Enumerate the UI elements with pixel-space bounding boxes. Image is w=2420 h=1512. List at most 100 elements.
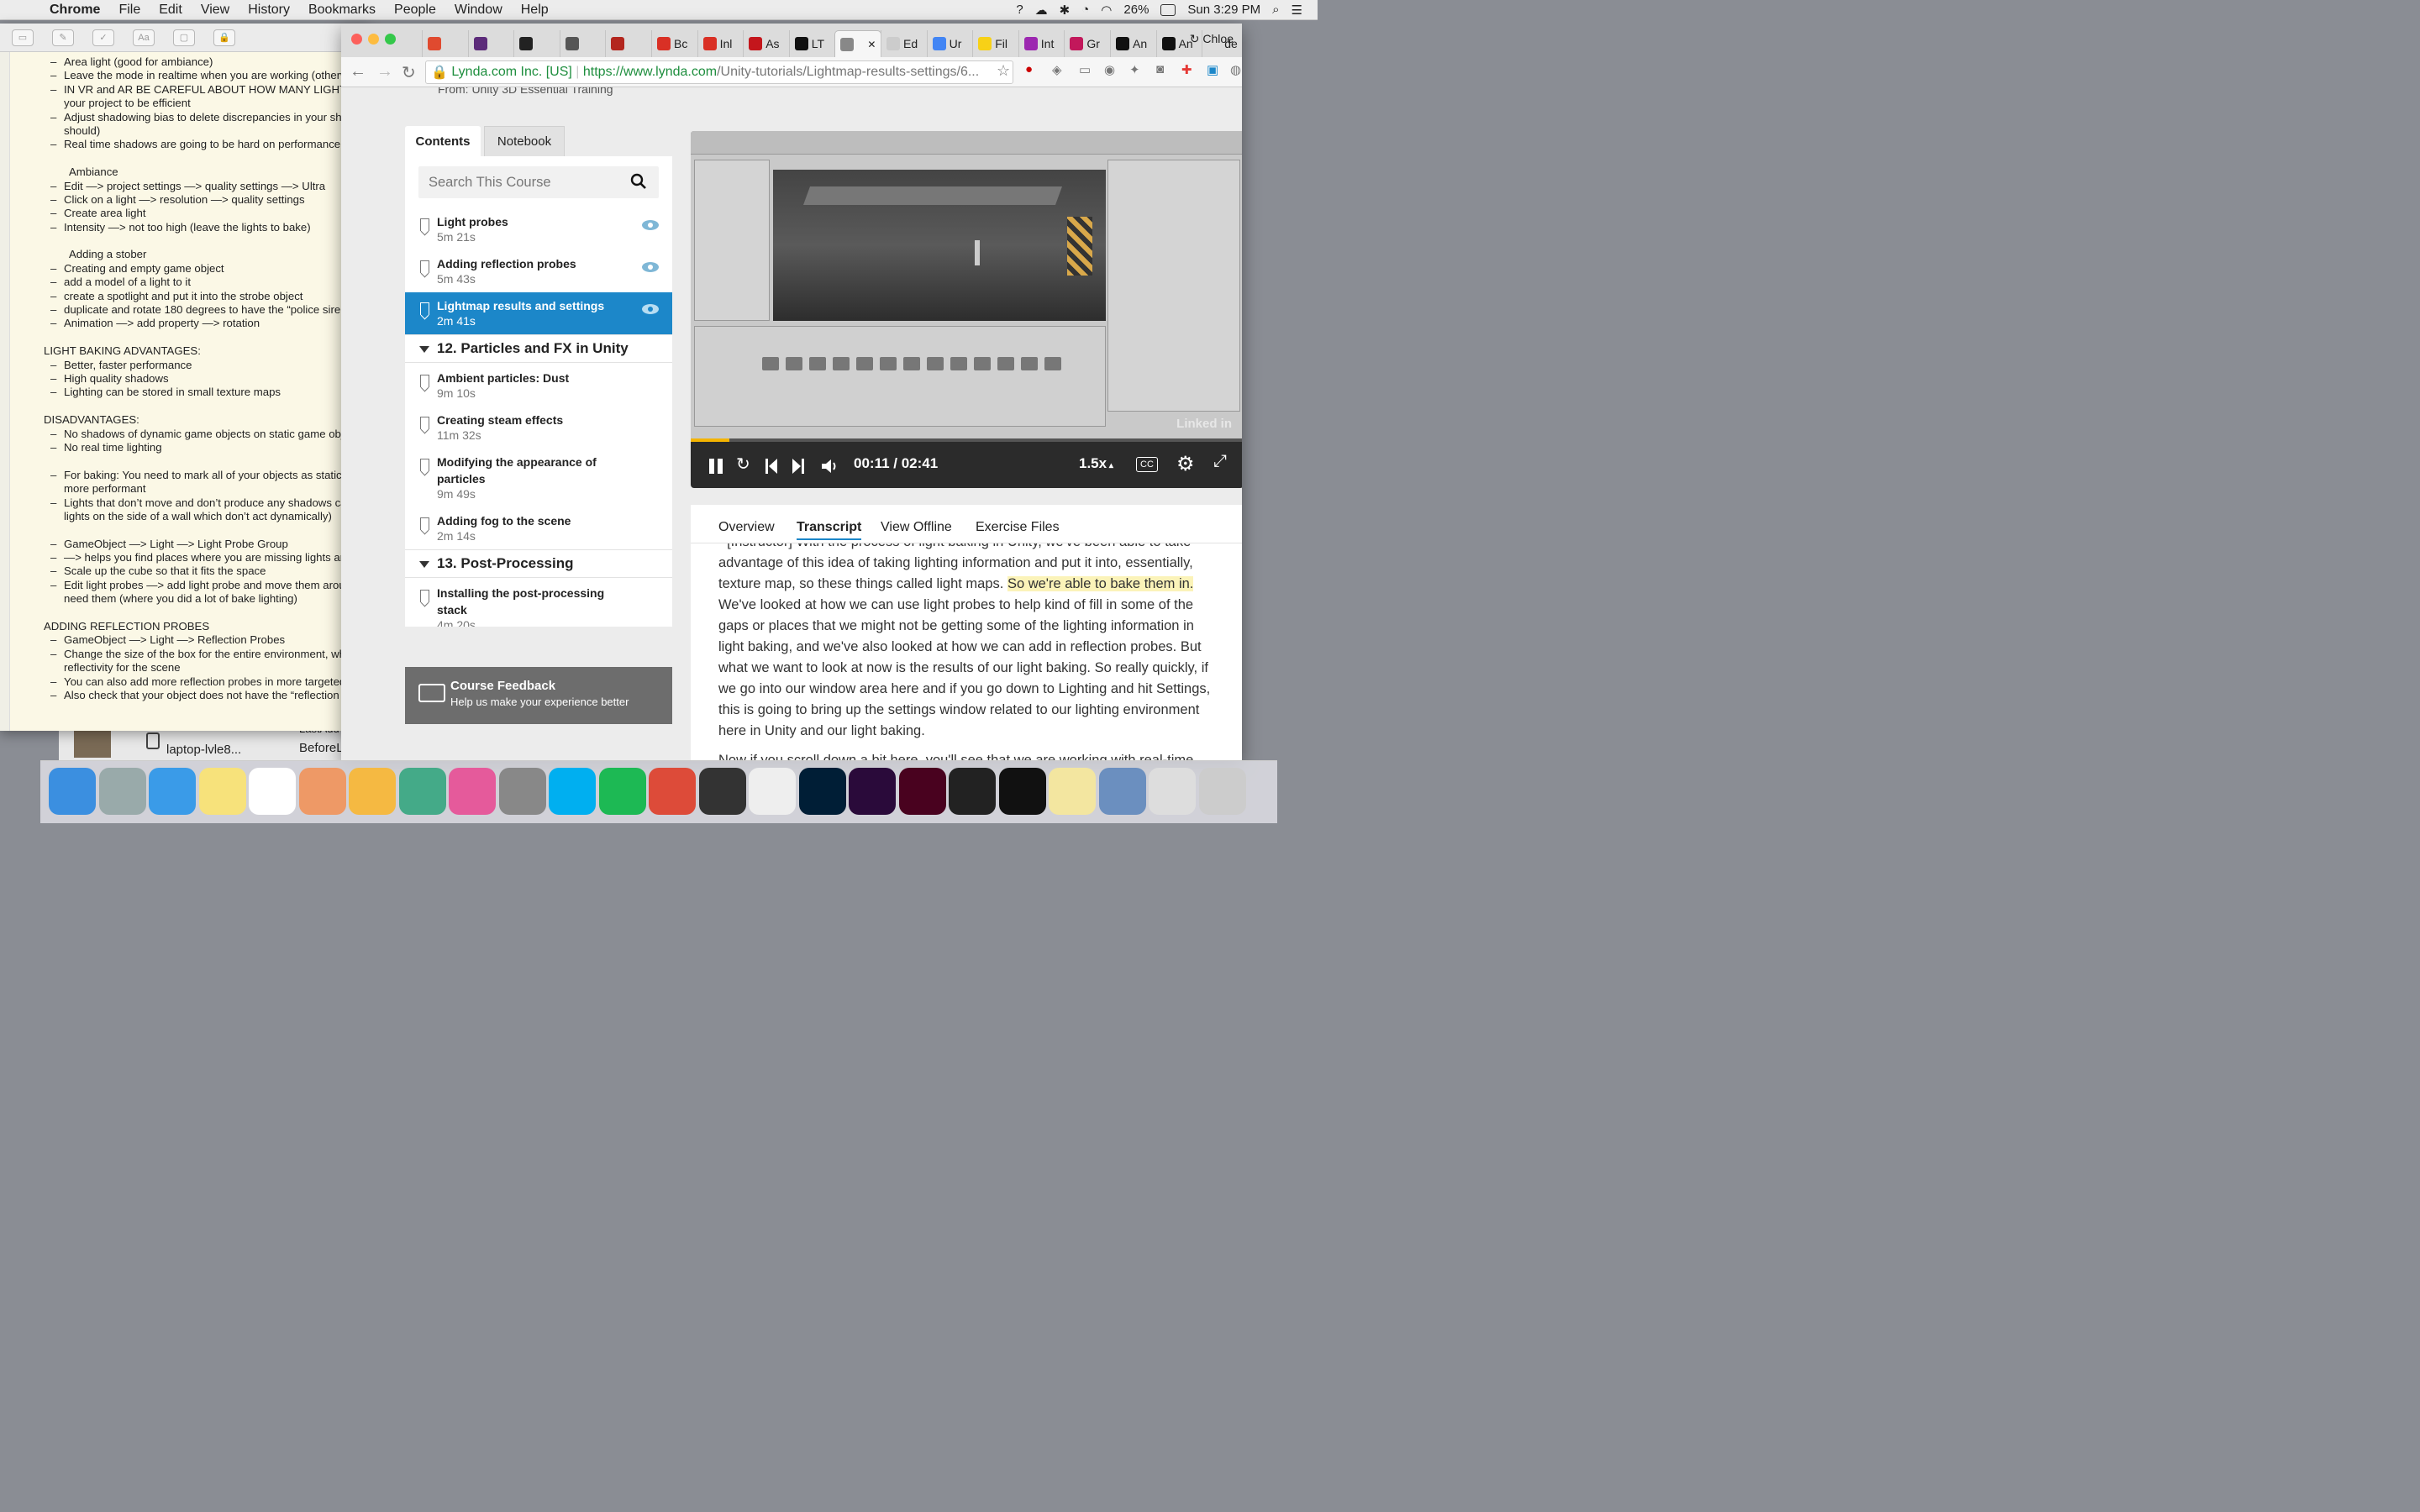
- browser-tab[interactable]: Inl: [697, 30, 744, 57]
- video-frame[interactable]: Linked in: [691, 131, 1242, 438]
- bookmark-icon[interactable]: [420, 590, 429, 602]
- note-body[interactable]: Area light (good for ambiance)Leave the …: [44, 55, 363, 703]
- browser-tab[interactable]: Gr: [1064, 30, 1111, 57]
- browser-tab[interactable]: Fil: [972, 30, 1019, 57]
- minimize-window-button[interactable]: [368, 34, 379, 45]
- documents-dock-icon[interactable]: [1149, 768, 1196, 815]
- menu-app-name[interactable]: Chrome: [50, 3, 100, 18]
- address-bar[interactable]: 🔒 Lynda.com Inc. [US] | https://www.lynd…: [425, 60, 1013, 84]
- settings-gear-icon[interactable]: ⚙: [1176, 452, 1195, 476]
- blender-dock-icon[interactable]: [998, 768, 1046, 815]
- bookmark-star-icon[interactable]: ☆: [997, 62, 1010, 80]
- file-thumbnail[interactable]: [74, 731, 111, 758]
- tab-close-icon[interactable]: ✕: [867, 39, 876, 50]
- menu-people[interactable]: People: [394, 3, 436, 18]
- compose-note-icon[interactable]: ✎: [52, 29, 74, 46]
- system-preferences-dock-icon[interactable]: [498, 768, 546, 815]
- browser-tab[interactable]: An: [1110, 30, 1157, 57]
- bookmark-icon[interactable]: [420, 260, 429, 273]
- chrome-dock-icon[interactable]: [649, 768, 696, 815]
- tab-notebook[interactable]: Notebook: [484, 126, 565, 156]
- browser-tab[interactable]: Ur: [926, 30, 974, 57]
- wifi-icon[interactable]: ◠: [1101, 3, 1112, 18]
- previous-icon[interactable]: [765, 459, 778, 474]
- extension-icon-9[interactable]: ◍: [1230, 62, 1241, 77]
- pages-dock-icon[interactable]: [349, 768, 396, 815]
- spotify-dock-icon[interactable]: [598, 768, 646, 815]
- delete-note-icon[interactable]: ▭: [12, 29, 34, 46]
- bookmark-icon[interactable]: [420, 517, 429, 530]
- extension-icon-5[interactable]: ✦: [1129, 62, 1140, 77]
- course-video-item[interactable]: Ambient particles: Dust 9m 10s: [405, 365, 672, 407]
- itunes-dock-icon[interactable]: [449, 768, 496, 815]
- chevron-down-icon[interactable]: [419, 561, 429, 568]
- menu-window[interactable]: Window: [455, 3, 502, 18]
- browser-tab[interactable]: Int: [1018, 30, 1065, 57]
- file-laptop[interactable]: laptop-lvle8...: [166, 743, 241, 757]
- zoom-window-button[interactable]: [385, 34, 396, 45]
- search-icon[interactable]: [630, 173, 647, 190]
- format-text-icon[interactable]: Aa: [133, 29, 155, 46]
- skype-dock-icon[interactable]: [549, 768, 596, 815]
- notes-list-edge[interactable]: [0, 52, 10, 731]
- tab-exercise-files[interactable]: Exercise Files: [976, 520, 1060, 535]
- menu-file[interactable]: File: [118, 3, 140, 18]
- reminders-dock-icon[interactable]: [249, 768, 296, 815]
- browser-tab[interactable]: LT: [788, 30, 836, 57]
- course-video-item[interactable]: Installing the post-processing stack 4m 2…: [405, 580, 672, 627]
- reload-button[interactable]: ↻: [402, 62, 416, 83]
- extension-icon-2[interactable]: ◈: [1052, 62, 1062, 77]
- tab-contents[interactable]: Contents: [405, 126, 481, 156]
- preview-dock-icon[interactable]: [1098, 768, 1146, 815]
- unity-dock-icon[interactable]: [949, 768, 996, 815]
- premiere-dock-icon[interactable]: [849, 768, 896, 815]
- forward-button[interactable]: →: [376, 62, 393, 81]
- course-feedback-button[interactable]: Course Feedback Help us make your experi…: [405, 667, 672, 724]
- time-machine-icon[interactable]: ◔: [1081, 3, 1089, 17]
- notification-center-icon[interactable]: ☰: [1292, 3, 1302, 18]
- extension-plus-icon[interactable]: ✚: [1181, 62, 1192, 77]
- menu-bookmarks[interactable]: Bookmarks: [308, 3, 376, 18]
- extension-icon-3[interactable]: ▭: [1079, 62, 1091, 77]
- browser-tab[interactable]: [467, 30, 515, 57]
- bookmark-icon[interactable]: [420, 375, 429, 387]
- course-video-item[interactable]: Creating steam effects 11m 32s: [405, 407, 672, 449]
- bookmark-icon[interactable]: [420, 302, 429, 315]
- launchpad-dock-icon[interactable]: [98, 768, 146, 815]
- transcript-current-line[interactable]: So we're able to bake them in.: [1007, 576, 1194, 591]
- checklist-icon[interactable]: ✓: [92, 29, 114, 46]
- transcript-text[interactable]: - [Instructor] With the process of light…: [718, 532, 1223, 761]
- photoshop-dock-icon[interactable]: [798, 768, 846, 815]
- video-player[interactable]: Linked in ↻ 00:11 / 02:41 1.5x ▴ CC ⚙ ⤢: [691, 131, 1242, 488]
- back-button[interactable]: ←: [350, 62, 366, 81]
- chevron-down-icon[interactable]: [419, 346, 429, 353]
- chapter-header[interactable]: 13. Post-Processing: [405, 549, 672, 578]
- volume-icon[interactable]: [822, 459, 840, 474]
- tab-transcript[interactable]: Transcript: [797, 520, 862, 540]
- notes-dock-icon[interactable]: [198, 768, 246, 815]
- course-video-item[interactable]: Adding fog to the scene 2m 14s: [405, 507, 672, 549]
- bluetooth-icon[interactable]: ✱: [1060, 3, 1071, 18]
- browser-tab[interactable]: Bc: [651, 30, 698, 57]
- browser-tab[interactable]: As: [743, 30, 790, 57]
- clock[interactable]: Sun 3:29 PM: [1187, 3, 1260, 17]
- finder-dock-icon[interactable]: [49, 768, 96, 815]
- inkscape-dock-icon[interactable]: [749, 768, 796, 815]
- browser-tab[interactable]: ✕: [834, 30, 882, 57]
- pause-icon[interactable]: [708, 459, 724, 474]
- close-window-button[interactable]: [351, 34, 362, 45]
- menu-view[interactable]: View: [201, 3, 229, 18]
- browser-tab[interactable]: [605, 30, 652, 57]
- numbers-dock-icon[interactable]: [398, 768, 446, 815]
- extension-eye-icon[interactable]: ◉: [1104, 62, 1115, 77]
- next-icon[interactable]: [792, 459, 805, 474]
- course-video-item[interactable]: Adding reflection probes 5m 43s: [405, 250, 672, 292]
- lock-note-icon[interactable]: 🔒: [213, 29, 235, 46]
- chapter-header[interactable]: 12. Particles and FX in Unity: [405, 334, 672, 363]
- extension-icon-1[interactable]: ●: [1025, 62, 1033, 76]
- course-video-item[interactable]: Lightmap results and settings 2m 41s: [405, 292, 672, 334]
- replay-icon[interactable]: ↻: [736, 454, 750, 474]
- trash-dock-icon[interactable]: [1198, 768, 1246, 815]
- closed-captions-button[interactable]: CC: [1136, 457, 1158, 472]
- creative-cloud-icon[interactable]: ☁: [1035, 3, 1048, 18]
